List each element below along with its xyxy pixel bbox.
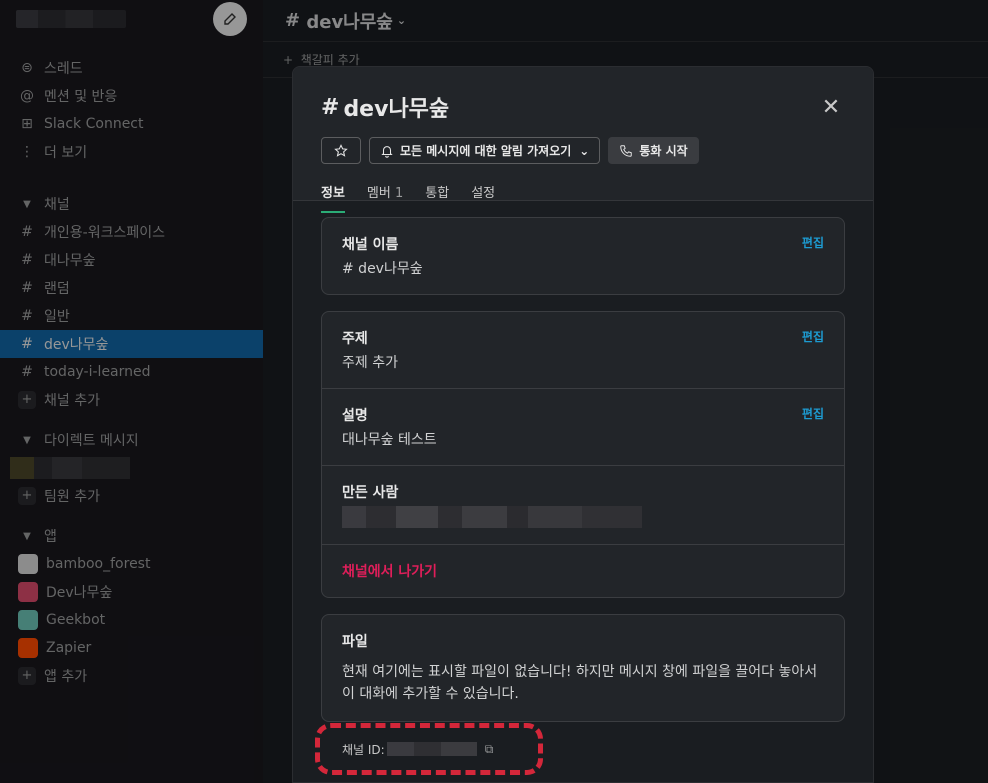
close-icon[interactable]: ✕ bbox=[819, 97, 843, 121]
description-value: 대나무숲 테스트 bbox=[342, 432, 437, 448]
chevron-down-icon: ⌄ bbox=[579, 143, 590, 158]
modal-body: 채널 이름 # dev나무숲 편집 주제 주제 추가 편집 설명 대나무숲 테스… bbox=[293, 201, 873, 722]
star-icon bbox=[334, 143, 348, 157]
member-count: 1 bbox=[394, 186, 404, 201]
leave-channel-button[interactable]: 채널에서 나가기 bbox=[342, 564, 437, 580]
tab-members-label: 멤버 bbox=[366, 186, 391, 201]
channel-name-row[interactable]: 채널 이름 # dev나무숲 편집 bbox=[322, 218, 844, 294]
channel-name-value: # dev나무숲 bbox=[342, 261, 423, 277]
topic-row[interactable]: 주제 주제 추가 편집 bbox=[322, 312, 844, 389]
modal-title: # dev나무숲 bbox=[321, 91, 845, 123]
notification-button[interactable]: 모든 메시지에 대한 알림 가져오기 ⌄ bbox=[369, 137, 601, 164]
channel-details-modal: # dev나무숲 ✕ 모든 메시지에 대한 알림 가져오기 ⌄ 통화 시작 정보 … bbox=[292, 66, 874, 783]
hash-icon: # bbox=[321, 94, 340, 120]
notification-label: 모든 메시지에 대한 알림 가져오기 bbox=[400, 144, 572, 158]
topic-value: 주제 추가 bbox=[342, 355, 398, 371]
leave-row: 채널에서 나가기 bbox=[322, 545, 844, 597]
start-call-button[interactable]: 통화 시작 bbox=[608, 137, 699, 164]
channel-id: 채널 ID: ⧉ bbox=[342, 741, 493, 758]
redacted-creator bbox=[342, 506, 642, 528]
channel-name-card: 채널 이름 # dev나무숲 편집 bbox=[321, 217, 845, 295]
action-row: 모든 메시지에 대한 알림 가져오기 ⌄ 통화 시작 bbox=[321, 137, 845, 164]
tab-info[interactable]: 정보 bbox=[321, 182, 345, 213]
files-row: 파일 현재 여기에는 표시할 파일이 없습니다! 하지만 메시지 창에 파일을 … bbox=[322, 615, 844, 721]
edit-channel-name-link[interactable]: 편집 bbox=[802, 234, 824, 251]
modal-header: # dev나무숲 ✕ 모든 메시지에 대한 알림 가져오기 ⌄ 통화 시작 정보 … bbox=[293, 67, 873, 213]
created-by-label: 만든 사람 bbox=[342, 485, 399, 501]
files-label: 파일 bbox=[342, 634, 368, 650]
phone-icon bbox=[620, 144, 633, 157]
bell-icon bbox=[381, 145, 393, 158]
modal-title-text: dev나무숲 bbox=[343, 97, 450, 122]
files-empty-text: 현재 여기에는 표시할 파일이 없습니다! 하지만 메시지 창에 파일을 끌어다… bbox=[342, 664, 818, 702]
description-row[interactable]: 설명 대나무숲 테스트 편집 bbox=[322, 389, 844, 466]
topic-label: 주제 bbox=[342, 331, 368, 347]
edit-topic-link[interactable]: 편집 bbox=[802, 328, 824, 345]
tab-integrations[interactable]: 통합 bbox=[425, 182, 449, 213]
channel-id-highlight: 채널 ID: ⧉ bbox=[315, 723, 543, 775]
call-label: 통화 시작 bbox=[639, 144, 688, 158]
tab-settings[interactable]: 설정 bbox=[471, 182, 495, 213]
description-label: 설명 bbox=[342, 408, 368, 424]
created-by-row: 만든 사람 bbox=[322, 466, 844, 545]
files-card: 파일 현재 여기에는 표시할 파일이 없습니다! 하지만 메시지 창에 파일을 … bbox=[321, 614, 845, 722]
star-button[interactable] bbox=[321, 137, 361, 164]
redacted-channel-id bbox=[386, 742, 477, 756]
channel-id-label: 채널 ID: bbox=[342, 742, 385, 757]
edit-description-link[interactable]: 편집 bbox=[802, 405, 824, 422]
tab-members[interactable]: 멤버 1 bbox=[367, 182, 403, 213]
channel-name-label: 채널 이름 bbox=[342, 237, 399, 253]
about-card: 주제 주제 추가 편집 설명 대나무숲 테스트 편집 만든 사람 채널에서 나가… bbox=[321, 311, 845, 598]
copy-icon[interactable]: ⧉ bbox=[485, 742, 494, 757]
